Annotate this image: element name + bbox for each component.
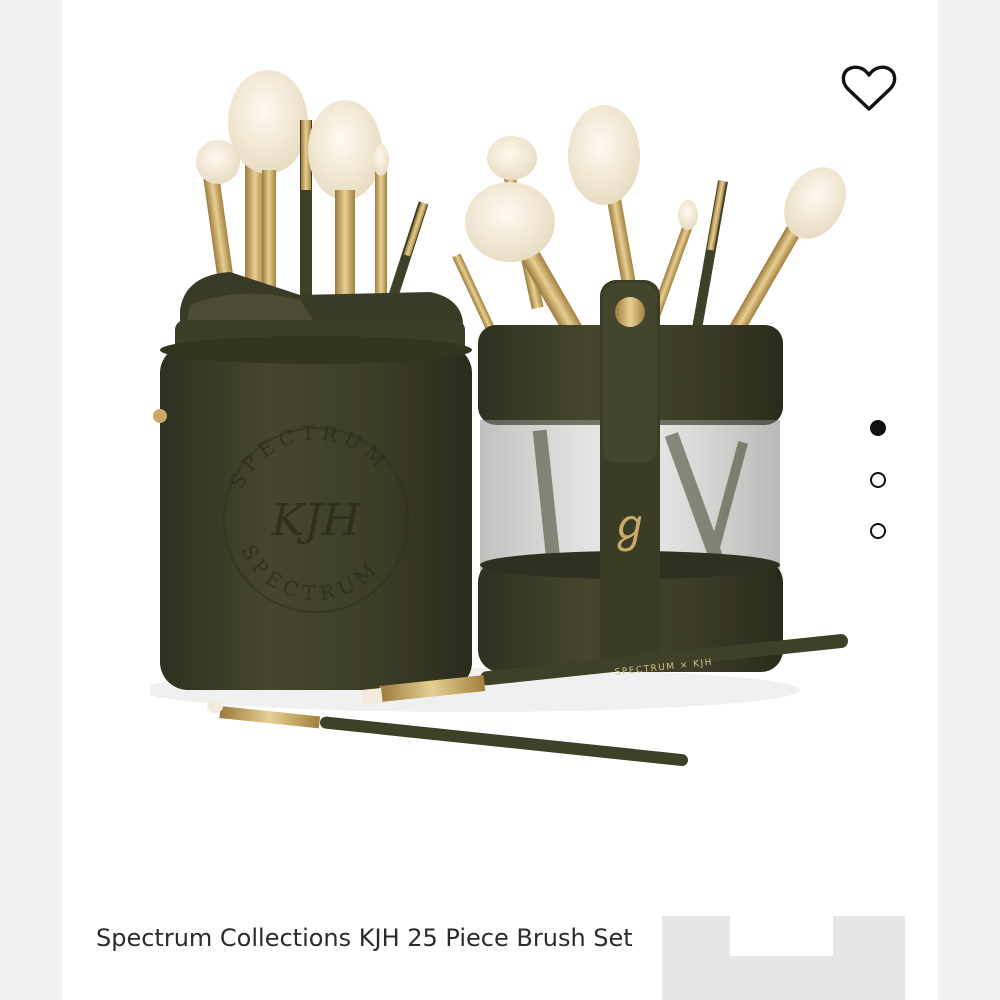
product-image[interactable]: KJH SPECTRUM SPECTRUM ℊ SPECTRUM × KJH [150,55,860,805]
placeholder-notch [730,916,833,956]
carousel-dot-2[interactable] [870,472,886,488]
product-page: KJH SPECTRUM SPECTRUM ℊ SPECTRUM × KJH S… [0,0,1000,1000]
carousel-dot-1[interactable] [870,420,886,436]
placeholder-block [662,916,905,1000]
carousel-dot-3[interactable] [870,523,886,539]
product-title: Spectrum Collections KJH 25 Piece Brush … [96,924,633,952]
svg-text:ℊ: ℊ [608,500,652,552]
heart-icon[interactable] [840,62,898,114]
case-monogram: KJH [271,495,363,546]
carousel-indicator [868,416,892,546]
